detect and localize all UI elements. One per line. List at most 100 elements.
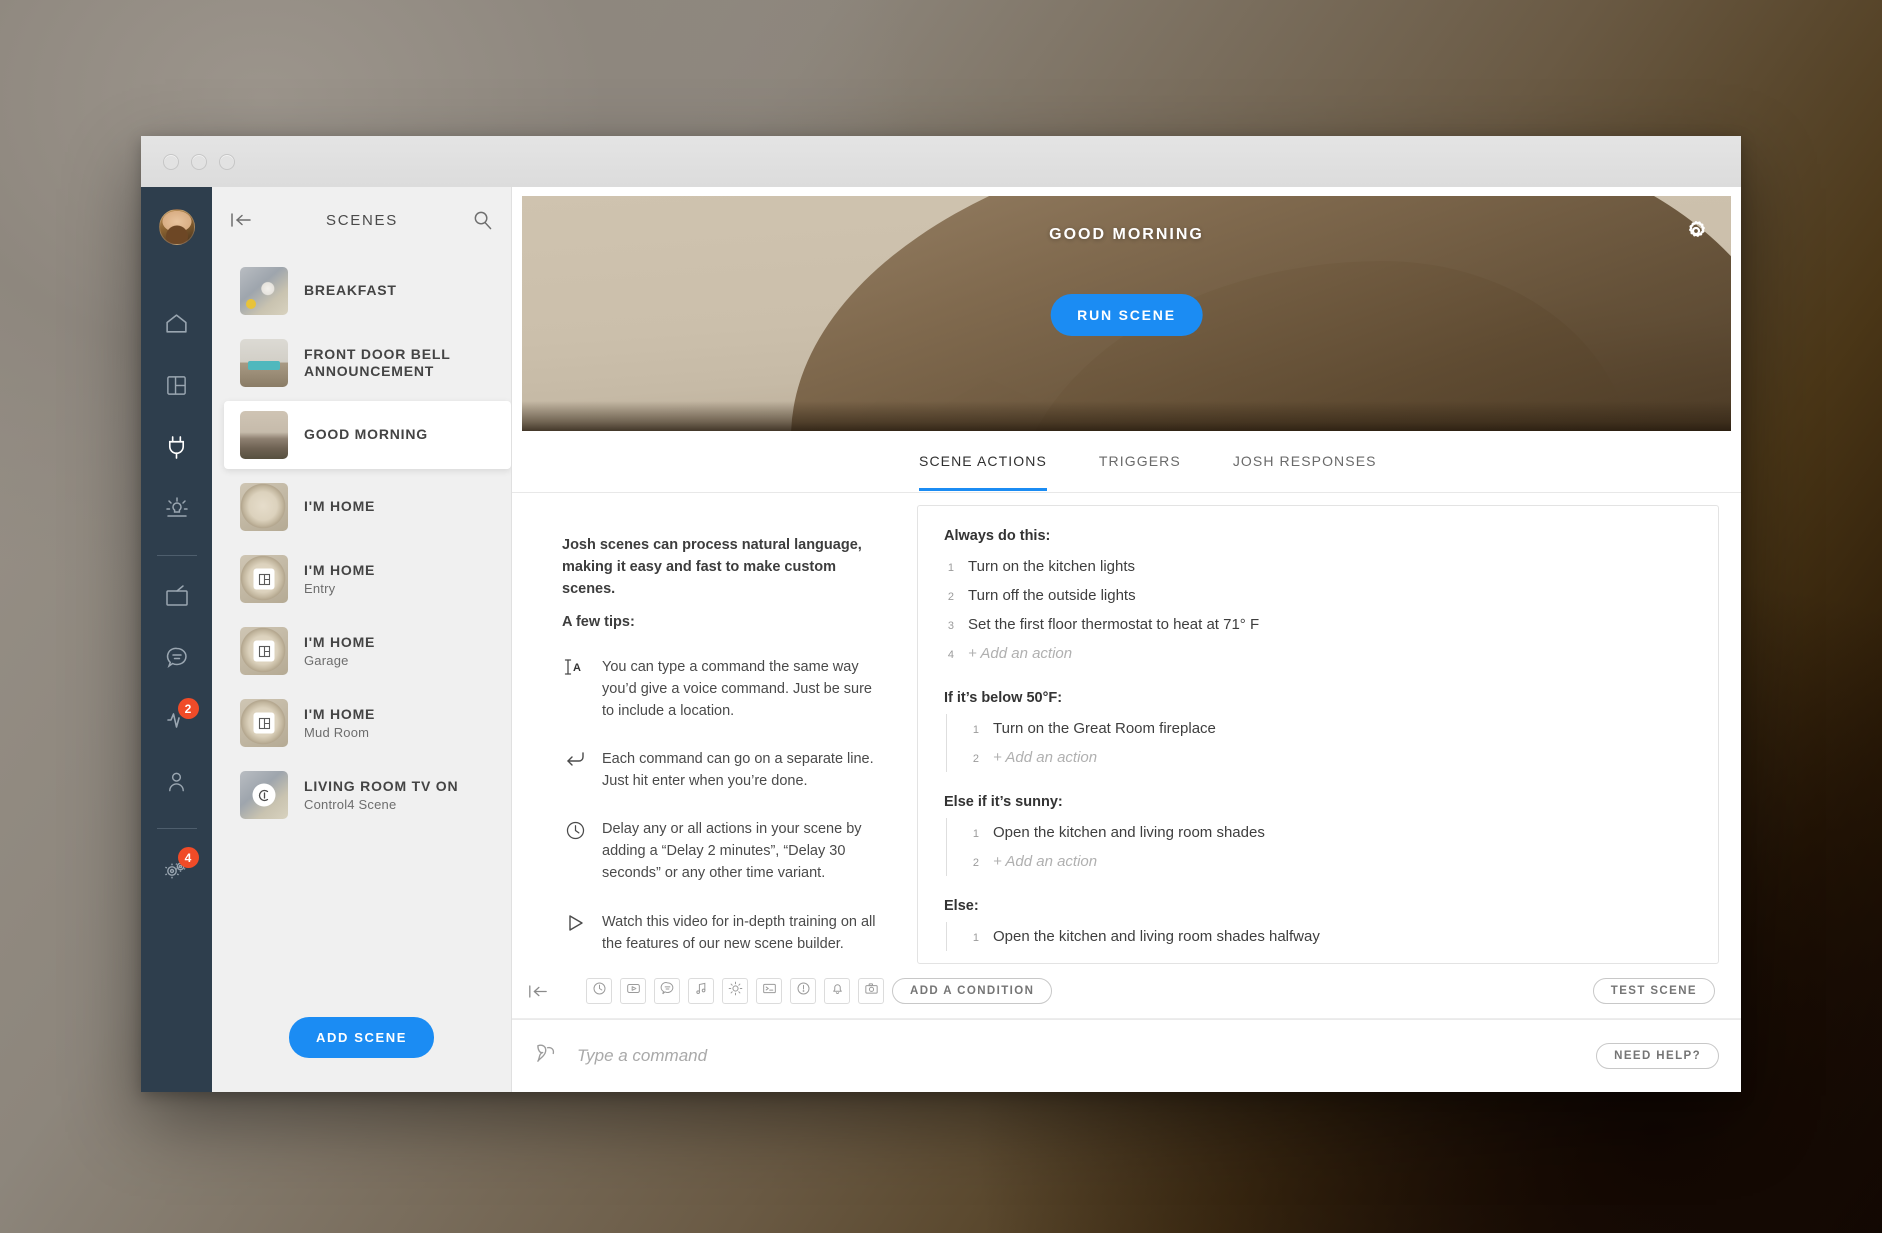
action-number: 1 — [972, 828, 979, 840]
action-number: 4 — [947, 649, 954, 661]
list-item[interactable]: FRONT DOOR BELL ANNOUNCEMENT — [224, 329, 511, 397]
nav-item-settings[interactable]: 4 — [151, 843, 203, 895]
scene-thumbnail — [240, 699, 288, 747]
collapse-left-icon[interactable] — [230, 212, 252, 228]
group-heading: Else: — [944, 898, 979, 914]
nav-item-vitals[interactable]: 2 — [151, 694, 203, 746]
action-number: 3 — [947, 620, 954, 632]
room-badge-icon — [253, 640, 275, 662]
treeline — [522, 401, 1731, 431]
tab-scene-actions[interactable]: SCENE ACTIONS — [919, 433, 1047, 491]
add-action-row[interactable]: 4 + Add an action — [944, 639, 1692, 668]
bell-icon — [830, 981, 845, 1001]
nav-item-rooms[interactable] — [151, 359, 203, 411]
nav-item-lighting[interactable] — [151, 483, 203, 535]
gear-icon[interactable] — [1683, 218, 1709, 249]
scene-thumbnail — [240, 483, 288, 531]
list-item[interactable]: I'M HOME Entry — [224, 545, 511, 613]
group-rows-nested: 1 Open the kitchen and living room shade… — [946, 922, 1692, 951]
add-action-label[interactable]: + Add an action — [993, 749, 1097, 766]
action-text: Set the first floor thermostat to heat a… — [968, 616, 1260, 633]
group-heading: Always do this: — [944, 528, 1051, 544]
nav-item-intercom[interactable] — [151, 632, 203, 684]
add-action-row[interactable]: 2 + Add an action — [969, 847, 1692, 876]
editor-toolbar: ADD A CONDITION TEST SCENE — [512, 964, 1741, 1019]
window-maximize-button[interactable] — [219, 153, 235, 170]
action-number: 2 — [947, 591, 954, 603]
action-text: Open the kitchen and living room shades — [993, 824, 1265, 841]
action-row[interactable]: 2 Turn off the outside lights — [944, 581, 1692, 610]
add-condition-button[interactable]: ADD A CONDITION — [892, 978, 1053, 1004]
tips-lead: Josh scenes can process natural language… — [562, 537, 862, 597]
tab-josh-responses[interactable]: JOSH RESPONSES — [1233, 433, 1377, 491]
toolbar-music-button[interactable] — [688, 978, 714, 1004]
action-row[interactable]: 1 Open the kitchen and living room shade… — [969, 922, 1692, 951]
toolbar-message-button[interactable] — [654, 978, 680, 1004]
tip-item: A You can type a command the same way yo… — [562, 656, 885, 722]
nav-item-users[interactable] — [151, 756, 203, 808]
tip-text: Each command can go on a separate line. … — [602, 751, 874, 790]
collapse-left-icon[interactable] — [514, 984, 578, 999]
list-item[interactable]: LIVING ROOM TV ON Control4 Scene — [224, 761, 511, 829]
tips-subheading: A few tips: — [562, 614, 635, 631]
scene-list: BREAKFAST FRONT DOOR BELL ANNOUNCEMENT G… — [212, 253, 511, 999]
room-badge-icon — [253, 568, 275, 590]
search-icon[interactable] — [472, 210, 493, 231]
test-scene-button[interactable]: TEST SCENE — [1592, 978, 1715, 1004]
action-row[interactable]: 1 Turn on the Great Room fireplace — [969, 714, 1692, 743]
app-window: 2 4 SCENES BREAKFAST FRONT DOOR BELL ANN… — [141, 136, 1741, 1092]
group-rows-nested: 1 Open the kitchen and living room shade… — [946, 818, 1692, 876]
toolbar-camera-button[interactable] — [858, 978, 884, 1004]
list-item[interactable]: I'M HOME — [224, 473, 511, 541]
camera-icon — [864, 981, 879, 1001]
alert-icon — [796, 981, 811, 1001]
nav-item-scenes[interactable] — [151, 421, 203, 473]
action-text: Turn off the outside lights — [968, 587, 1136, 604]
action-number: 1 — [972, 724, 979, 736]
list-item[interactable]: BREAKFAST — [224, 257, 511, 325]
list-item[interactable]: I'M HOME Mud Room — [224, 689, 511, 757]
need-help-button[interactable]: NEED HELP? — [1596, 1043, 1719, 1069]
scene-sublabel: Entry — [304, 581, 336, 597]
add-action-label[interactable]: + Add an action — [968, 645, 1072, 662]
nav-item-home[interactable] — [151, 297, 203, 349]
window-close-button[interactable] — [163, 153, 179, 170]
scene-hero: GOOD MORNING RUN SCENE — [522, 196, 1731, 431]
action-number: 2 — [972, 753, 979, 765]
toolbar-alert-button[interactable] — [790, 978, 816, 1004]
action-row[interactable]: 1 Turn on the kitchen lights — [944, 552, 1692, 581]
command-input[interactable] — [577, 1046, 1581, 1066]
scene-sublabel: Mud Room — [304, 725, 370, 741]
add-action-label[interactable]: + Add an action — [993, 853, 1097, 870]
toolbar-bell-button[interactable] — [824, 978, 850, 1004]
toolbar-video-button[interactable] — [620, 978, 646, 1004]
action-number: 1 — [947, 562, 954, 574]
list-item[interactable]: I'M HOME Garage — [224, 617, 511, 685]
voice-wave-icon[interactable] — [534, 1041, 561, 1071]
run-scene-button[interactable]: RUN SCENE — [1050, 294, 1203, 336]
tip-item: Each command can go on a separate line. … — [562, 748, 885, 792]
television-icon — [164, 584, 190, 608]
action-row[interactable]: 1 Open the kitchen and living room shade… — [969, 818, 1692, 847]
add-action-row[interactable]: 2 + Add an action — [969, 743, 1692, 772]
light-bulb-icon — [164, 497, 190, 521]
action-text: Turn on the kitchen lights — [968, 558, 1136, 575]
tip-item[interactable]: Watch this video for in-depth training o… — [562, 911, 885, 955]
terminal-icon — [762, 981, 777, 1001]
control4-badge-icon — [252, 783, 276, 807]
tab-triggers[interactable]: TRIGGERS — [1099, 433, 1181, 491]
avatar[interactable] — [158, 209, 195, 245]
scene-sublabel: Garage — [304, 653, 349, 669]
clock-icon — [562, 818, 588, 841]
toolbar-terminal-button[interactable] — [756, 978, 782, 1004]
action-row[interactable]: 3 Set the first floor thermostat to heat… — [944, 610, 1692, 639]
nav-item-media[interactable] — [151, 570, 203, 622]
toolbar-clock-button[interactable] — [586, 978, 612, 1004]
scenes-footer: ADD SCENE — [212, 999, 511, 1092]
list-item-selected[interactable]: GOOD MORNING — [224, 401, 511, 469]
rail-divider-2 — [156, 828, 197, 829]
toolbar-brightness-button[interactable] — [722, 978, 748, 1004]
tip-item: Delay any or all actions in your scene b… — [562, 818, 885, 884]
window-minimize-button[interactable] — [191, 153, 207, 170]
add-scene-button[interactable]: ADD SCENE — [289, 1017, 434, 1058]
